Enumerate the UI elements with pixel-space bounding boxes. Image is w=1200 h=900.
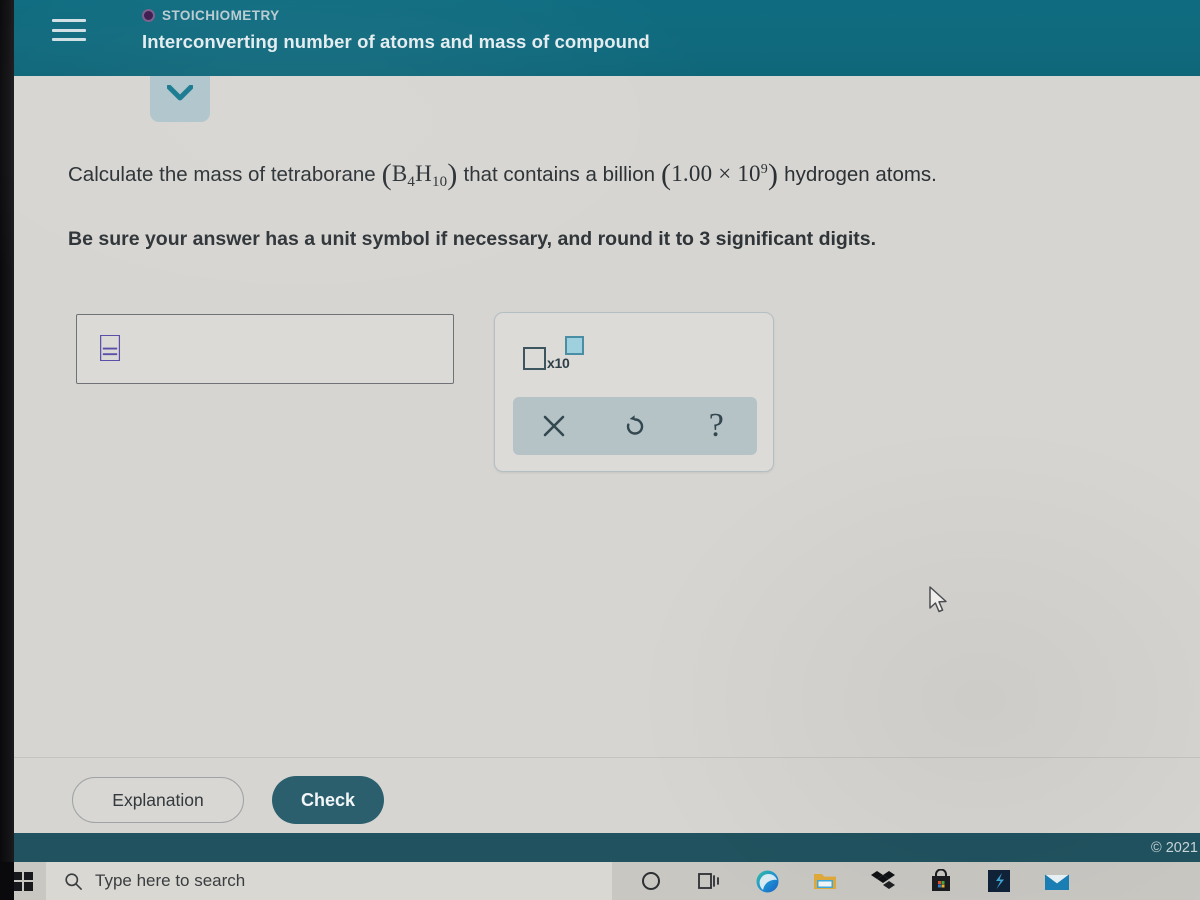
win-quadrant <box>13 882 22 891</box>
cortana-icon[interactable] <box>638 868 664 894</box>
exponent-square-icon <box>565 336 584 355</box>
section-dropdown-tab[interactable] <box>150 76 210 122</box>
answer-input[interactable]: ⌸ <box>76 314 454 384</box>
exercise-actions: Explanation Check <box>72 776 384 824</box>
empty-square-icon <box>523 347 546 370</box>
breadcrumb-label: STOICHIOMETRY <box>162 7 280 23</box>
formula-subscript-4: 4 <box>407 174 416 190</box>
formula-open-paren: ( <box>381 158 392 191</box>
breadcrumb[interactable]: STOICHIOMETRY <box>142 4 650 26</box>
taskbar-search-box[interactable]: Type here to search <box>46 862 612 900</box>
formula-element-h: H <box>415 161 432 186</box>
edge-swirl-icon <box>756 870 778 892</box>
undo-button[interactable] <box>607 403 663 449</box>
code-editor-icon[interactable] <box>986 868 1012 894</box>
sci-close-paren: ) <box>767 158 779 191</box>
file-explorer-icon[interactable] <box>812 868 838 894</box>
sci-base: 10 <box>737 161 761 186</box>
task-view-glyph <box>698 873 719 889</box>
hamburger-menu-icon[interactable] <box>52 16 86 44</box>
formula-subscript-10: 10 <box>431 174 448 190</box>
task-view-icon[interactable] <box>696 868 722 894</box>
editor-logo-icon <box>988 870 1010 892</box>
sci-exponent: 9 <box>760 162 768 177</box>
chevron-down-icon <box>167 85 193 101</box>
header-text-group: STOICHIOMETRY Interconverting number of … <box>142 4 650 53</box>
formula-close-paren: ) <box>447 158 458 191</box>
sci-mantissa: 1.00 <box>671 161 713 186</box>
cortana-circle-icon <box>642 872 660 890</box>
hamburger-bar <box>52 38 86 41</box>
edge-browser-icon[interactable] <box>754 868 780 894</box>
win-quadrant <box>24 882 33 891</box>
page-title: Interconverting number of atoms and mass… <box>142 31 650 52</box>
x-close-icon <box>543 415 564 437</box>
math-tool-palette: x10 ? <box>494 312 774 472</box>
dropbox-icon[interactable] <box>870 868 896 894</box>
taskbar-search-placeholder: Type here to search <box>95 871 246 890</box>
dropbox-boxes-icon <box>871 871 895 889</box>
question-text-part-1: Calculate the mass of tetraborane <box>68 163 376 186</box>
sci-open-paren: ( <box>661 158 672 191</box>
screen-bezel-left-lower <box>0 862 14 900</box>
formula-element-b: B <box>391 161 408 186</box>
question-line-2: Be sure your answer has a unit symbol if… <box>68 228 876 250</box>
microsoft-store-icon[interactable] <box>928 868 954 894</box>
x10-label: x10 <box>547 355 570 371</box>
windows-start-icon <box>13 871 33 891</box>
search-magnifier-icon <box>65 872 82 890</box>
mail-envelope-icon <box>1044 874 1070 890</box>
win-quadrant <box>24 871 33 880</box>
sci-multiply-sign: × <box>718 161 732 186</box>
check-button[interactable]: Check <box>272 776 384 824</box>
win-quadrant <box>13 871 22 880</box>
hamburger-bar <box>52 28 86 32</box>
scientific-notation-button[interactable]: x10 <box>523 335 589 375</box>
app-footer-bar: © 2021 <box>14 833 1200 862</box>
undo-arrow-icon <box>626 415 644 435</box>
taskbar-icon-tray <box>612 862 1200 900</box>
windows-taskbar: Type here to search <box>0 862 1200 900</box>
topic-dot-icon <box>142 8 155 22</box>
store-bag-icon <box>932 869 950 891</box>
clear-button[interactable] <box>526 403 582 449</box>
question-text-part-2: that contains a billion <box>463 163 656 186</box>
compound-formula: (B4H10) <box>382 158 458 192</box>
app-header: STOICHIOMETRY Interconverting number of … <box>0 0 1200 76</box>
question-text-part-3: hydrogen atoms. <box>784 163 937 186</box>
answer-placeholder-caret: ⌸ <box>98 328 122 370</box>
hamburger-bar <box>52 19 86 22</box>
footer-divider <box>14 757 1200 758</box>
question-line-1: Calculate the mass of tetraborane (B4H10… <box>68 158 937 192</box>
copyright-text: © 2021 <box>1151 839 1198 856</box>
screen-photo: STOICHIOMETRY Interconverting number of … <box>0 0 1200 900</box>
explanation-button[interactable]: Explanation <box>72 777 244 823</box>
scientific-notation-value: (1.00 × 109) <box>661 158 778 192</box>
screen-bezel-left <box>0 0 14 862</box>
palette-action-bar: ? <box>513 397 757 455</box>
help-button[interactable]: ? <box>688 403 744 449</box>
folder-icon <box>814 874 836 889</box>
exercise-page: Calculate the mass of tetraborane (B4H10… <box>14 76 1200 833</box>
mail-icon[interactable] <box>1044 868 1070 894</box>
